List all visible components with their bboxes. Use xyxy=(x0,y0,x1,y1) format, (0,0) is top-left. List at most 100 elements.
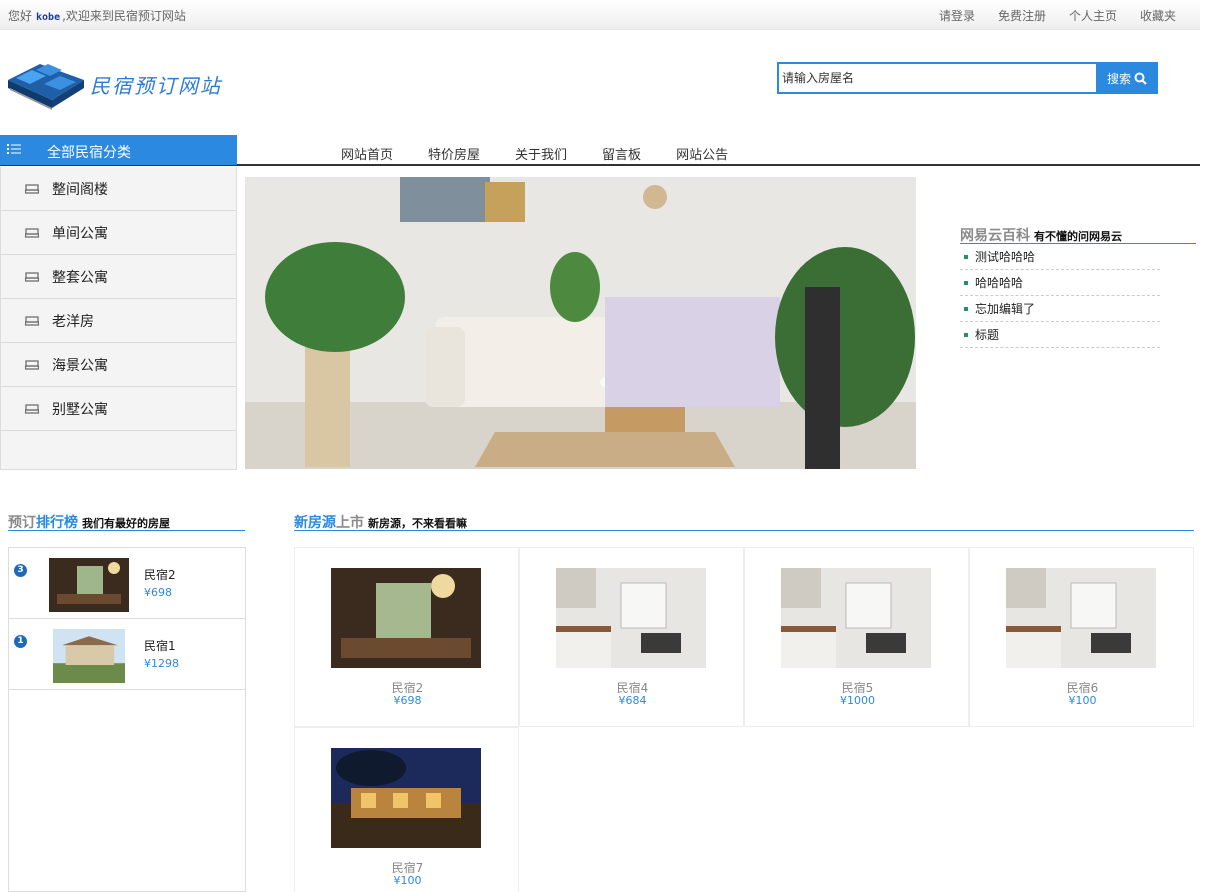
nav-specials[interactable]: 特价房屋 xyxy=(428,144,480,163)
site-name: 民宿预订网站 xyxy=(90,74,222,98)
category-list: 整间阁楼 单间公寓 整套公寓 老洋房 海景公寓 别墅公寓 xyxy=(0,167,237,470)
bullet-icon xyxy=(964,254,968,259)
listing-name: 民宿1 xyxy=(144,639,176,653)
ranking-list: 3 民宿2 ¥698 1 民宿1 ¥1298 xyxy=(8,547,246,892)
nav-announcements[interactable]: 网站公告 xyxy=(676,144,728,163)
category-label: 单间公寓 xyxy=(52,225,108,242)
category-item[interactable]: 整套公寓 xyxy=(1,255,236,299)
bed-icon xyxy=(25,227,39,238)
nav-about[interactable]: 关于我们 xyxy=(515,144,567,163)
greeting-prefix: 您好 xyxy=(8,9,33,23)
listing-card[interactable]: 民宿5 ¥1000 xyxy=(744,547,969,727)
search-bar: 搜索 xyxy=(777,62,1158,94)
bullet-icon xyxy=(964,332,968,337)
ranking-title-a: 预订 xyxy=(8,515,36,531)
greeting-suffix: ,欢迎来到民宿预订网站 xyxy=(62,9,186,23)
new-listings-header: 新房源上市 新房源，不来看看嘛 xyxy=(294,512,1194,531)
wiki-item[interactable]: 哈哈哈哈 xyxy=(960,270,1160,296)
top-links: 请登录 免费注册 个人主页 收藏夹 xyxy=(939,7,1176,24)
listing-photo xyxy=(331,568,481,668)
logo-icon xyxy=(8,64,84,110)
listing-thumbnail xyxy=(53,629,125,683)
wiki-item[interactable]: 标题 xyxy=(960,322,1160,348)
rank-badge: 3 xyxy=(14,564,27,577)
username: kobe xyxy=(36,12,61,23)
listing-price: ¥684 xyxy=(618,694,647,707)
top-bar: 您好 kobe ,欢迎来到民宿预订网站 请登录 免费注册 个人主页 收藏夹 xyxy=(0,0,1200,30)
ranking-item[interactable]: 3 民宿2 ¥698 xyxy=(9,548,245,619)
wiki-item-label: 忘加编辑了 xyxy=(975,302,1036,316)
listing-price: ¥1298 xyxy=(144,657,179,670)
listing-photo xyxy=(331,748,481,848)
wiki-item-label: 标题 xyxy=(975,328,1000,342)
listing-price: ¥698 xyxy=(393,694,422,707)
category-item[interactable]: 别墅公寓 xyxy=(1,387,236,431)
wiki-subtitle: 有不懂的问网易云 xyxy=(1034,230,1122,243)
category-title: 全部民宿分类 xyxy=(47,145,131,161)
listing-card[interactable]: 民宿4 ¥684 xyxy=(519,547,744,727)
listing-photo xyxy=(781,568,931,668)
rank-badge: 1 xyxy=(14,635,27,648)
ranking-subtitle: 我们有最好的房屋 xyxy=(82,517,170,530)
login-link[interactable]: 请登录 xyxy=(939,7,975,24)
ranking-title-b: 排行榜 xyxy=(36,515,78,531)
category-label: 整间阁楼 xyxy=(52,181,108,198)
category-item[interactable]: 整间阁楼 xyxy=(1,167,236,211)
listing-photo xyxy=(1006,568,1156,668)
ranking-item[interactable]: 1 民宿1 ¥1298 xyxy=(9,619,245,690)
category-label: 海景公寓 xyxy=(52,357,108,374)
category-label: 整套公寓 xyxy=(52,269,108,286)
search-icon xyxy=(1134,72,1147,85)
listing-photo xyxy=(556,568,706,668)
new-listings-title-b: 上市 xyxy=(336,515,364,531)
category-item[interactable]: 单间公寓 xyxy=(1,211,236,255)
bullet-icon xyxy=(964,280,968,285)
profile-link[interactable]: 个人主页 xyxy=(1069,7,1117,24)
wiki-item[interactable]: 忘加编辑了 xyxy=(960,296,1160,322)
category-item[interactable]: 老洋房 xyxy=(1,299,236,343)
category-item[interactable]: 海景公寓 xyxy=(1,343,236,387)
wiki-item[interactable]: 测试哈哈哈 xyxy=(960,244,1160,270)
category-label: 别墅公寓 xyxy=(52,401,108,418)
listing-card[interactable]: 民宿2 ¥698 xyxy=(294,547,519,727)
greeting: 您好 kobe ,欢迎来到民宿预订网站 xyxy=(8,7,186,24)
listing-price: ¥100 xyxy=(393,874,422,887)
listing-card[interactable]: 民宿6 ¥100 xyxy=(969,547,1194,727)
bed-icon xyxy=(25,315,39,326)
all-categories-header[interactable]: 全部民宿分类 xyxy=(0,135,237,165)
listing-card[interactable]: 民宿7 ¥100 xyxy=(294,727,519,892)
nav-home[interactable]: 网站首页 xyxy=(341,144,393,163)
search-button-label: 搜索 xyxy=(1106,71,1131,86)
search-input[interactable] xyxy=(777,62,1097,94)
search-button[interactable]: 搜索 xyxy=(1096,62,1158,94)
wiki-list: 测试哈哈哈 哈哈哈哈 忘加编辑了 标题 xyxy=(960,244,1160,348)
bullet-icon xyxy=(964,306,968,311)
wiki-panel: 网易云百科 有不懂的问网易云 测试哈哈哈 哈哈哈哈 忘加编辑了 标题 xyxy=(960,225,1196,348)
favorites-link[interactable]: 收藏夹 xyxy=(1140,7,1176,24)
living-room-photo xyxy=(245,177,916,469)
listing-thumbnail xyxy=(49,558,129,612)
new-listings-title-a: 新房源 xyxy=(294,515,336,531)
bed-icon xyxy=(25,183,39,194)
bed-icon xyxy=(25,359,39,370)
ranking-header: 预订排行榜 我们有最好的房屋 xyxy=(8,512,245,531)
ranking-panel: 预订排行榜 我们有最好的房屋 3 民宿2 ¥698 1 民宿1 ¥1298 xyxy=(8,512,246,892)
nav-guestbook[interactable]: 留言板 xyxy=(602,144,641,163)
wiki-header: 网易云百科 有不懂的问网易云 xyxy=(960,225,1196,244)
site-logo[interactable]: 民宿预订网站 xyxy=(6,58,246,110)
category-label: 老洋房 xyxy=(52,313,94,330)
wiki-item-label: 测试哈哈哈 xyxy=(975,250,1036,264)
hero-banner[interactable] xyxy=(245,177,916,469)
listing-name: 民宿2 xyxy=(144,568,176,582)
listing-price: ¥698 xyxy=(144,586,172,599)
wiki-title: 网易云百科 xyxy=(960,228,1030,244)
listing-price: ¥1000 xyxy=(840,694,875,707)
bed-icon xyxy=(25,271,39,282)
new-listings-panel: 新房源上市 新房源，不来看看嘛 民宿2 ¥698 民宿4 ¥684 民宿5 ¥10… xyxy=(294,512,1194,892)
register-link[interactable]: 免费注册 xyxy=(998,7,1046,24)
list-icon xyxy=(7,144,21,154)
new-listings-subtitle: 新房源，不来看看嘛 xyxy=(368,517,467,530)
wiki-item-label: 哈哈哈哈 xyxy=(975,276,1024,290)
main-nav: 全部民宿分类 网站首页 特价房屋 关于我们 留言板 网站公告 xyxy=(0,135,1200,166)
listing-price: ¥100 xyxy=(1068,694,1097,707)
